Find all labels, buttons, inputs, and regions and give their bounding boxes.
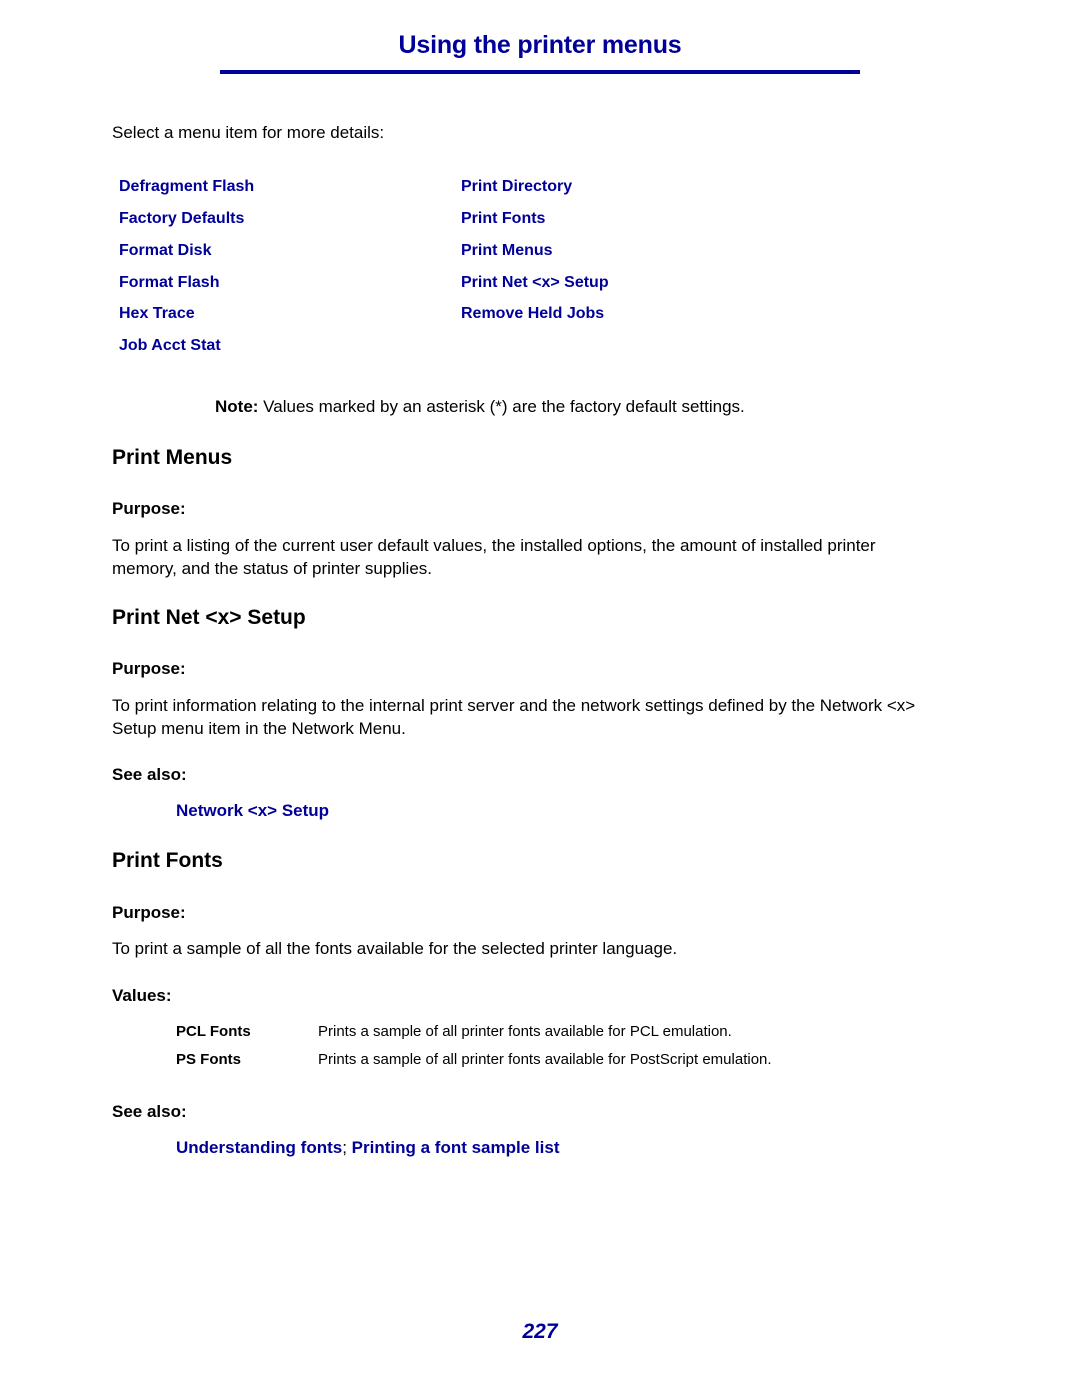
see-also-label: See also: — [112, 765, 187, 784]
purpose-label: Purpose: — [112, 659, 186, 678]
purpose-text-print-fonts: To print a sample of all the fonts avail… — [112, 939, 678, 958]
menu-link-format-disk[interactable]: Format Disk — [119, 242, 211, 260]
intro-text: Select a menu item for more details: — [112, 123, 385, 142]
purpose-label: Purpose: — [112, 903, 186, 922]
menu-link-factory-defaults[interactable]: Factory Defaults — [119, 210, 244, 228]
section-heading-print-net-setup: Print Net <x> Setup — [112, 606, 306, 629]
menu-link-print-net-setup[interactable]: Print Net <x> Setup — [461, 274, 609, 292]
menu-link-job-acct-stat[interactable]: Job Acct Stat — [119, 337, 221, 355]
note-text: Values marked by an asterisk (*) are the… — [258, 397, 745, 416]
values-label: Values: — [112, 986, 172, 1005]
link-separator: ; — [342, 1138, 352, 1157]
section-heading-print-menus: Print Menus — [112, 446, 233, 469]
value-description-pcl-fonts: Prints a sample of all printer fonts ava… — [318, 1023, 732, 1040]
menu-link-hex-trace[interactable]: Hex Trace — [119, 305, 195, 323]
link-printing-font-sample-list[interactable]: Printing a font sample list — [352, 1138, 560, 1157]
purpose-text-print-net-setup: To print information relating to the int… — [112, 696, 916, 738]
link-understanding-fonts[interactable]: Understanding fonts — [176, 1138, 342, 1157]
menu-link-remove-held-jobs[interactable]: Remove Held Jobs — [461, 305, 604, 323]
page-title: Using the printer menus — [398, 31, 682, 59]
link-network-setup[interactable]: Network <x> Setup — [176, 801, 329, 820]
value-description-ps-fonts: Prints a sample of all printer fonts ava… — [318, 1051, 772, 1068]
value-name-ps-fonts: PS Fonts — [176, 1051, 242, 1068]
menu-link-format-flash[interactable]: Format Flash — [119, 274, 219, 292]
see-also-label: See also: — [112, 1102, 187, 1121]
value-name-pcl-fonts: PCL Fonts — [176, 1023, 251, 1040]
menu-link-print-fonts[interactable]: Print Fonts — [461, 210, 545, 228]
purpose-label: Purpose: — [112, 499, 186, 518]
menu-link-print-directory[interactable]: Print Directory — [461, 178, 572, 196]
purpose-text-print-menus: To print a listing of the current user d… — [112, 536, 876, 578]
menu-link-print-menus[interactable]: Print Menus — [461, 242, 553, 260]
page-number: 227 — [522, 1320, 558, 1343]
note: Note: Values marked by an asterisk (*) a… — [215, 397, 745, 417]
see-also-links: Understanding fonts; Printing a font sam… — [176, 1138, 559, 1158]
menu-link-defragment-flash[interactable]: Defragment Flash — [119, 178, 254, 196]
see-also-links: Network <x> Setup — [176, 801, 329, 821]
section-heading-print-fonts: Print Fonts — [112, 849, 223, 872]
title-divider — [220, 70, 860, 74]
note-label: Note: — [215, 397, 259, 416]
